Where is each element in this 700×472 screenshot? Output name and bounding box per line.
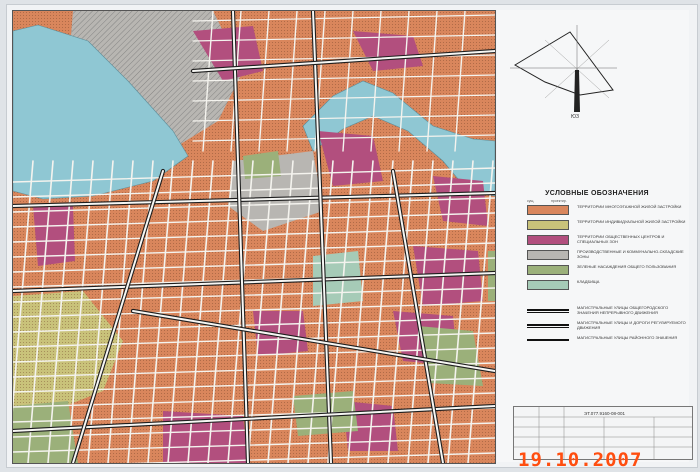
legend-road-label: МАГИСТРАЛЬНЫЕ УЛИЦЫ РАЙОННОГО ЗНАЧЕНИЯ: [577, 335, 678, 340]
legend-column-headers: сущ. проектир.: [527, 199, 687, 203]
legend-item: ТЕРРИТОРИИ ИНДИВИДУАЛЬНОЙ ЖИЛОЙ ЗАСТРОЙК…: [527, 219, 687, 232]
legend-item: ПРОИЗВОДСТВЕННЫЕ И КОММУНАЛЬНО-СКЛАДСКИЕ…: [527, 249, 687, 262]
legend-road-swatch: [527, 336, 569, 346]
legend-swatch: [527, 235, 569, 245]
legend-road-swatch: [527, 306, 569, 316]
legend-swatch: [527, 280, 569, 290]
legend-road-items: МАГИСТРАЛЬНЫЕ УЛИЦЫ ОБЩЕГОРОДСКОГО ЗНАЧЕ…: [527, 305, 687, 348]
legend-item-label: ТЕРРИТОРИИ МНОГОЭТАЖНОЙ ЖИЛОЙ ЗАСТРОЙКИ: [577, 204, 682, 209]
camera-date-stamp: 19.10.2007: [518, 449, 643, 471]
city-map-canvas: [13, 11, 495, 463]
legend-swatch: [527, 250, 569, 260]
legend-road-item: МАГИСТРАЛЬНЫЕ УЛИЦЫ РАЙОННОГО ЗНАЧЕНИЯ: [527, 335, 687, 348]
legend-swatch: [527, 220, 569, 230]
legend-road-swatch: [527, 321, 569, 331]
north-arrow-label: ЮЗ: [571, 114, 579, 120]
legend-item: КЛАДБИЩА: [527, 279, 687, 292]
legend-swatch: [527, 205, 569, 215]
legend-road-label: МАГИСТРАЛЬНЫЕ УЛИЦЫ И ДОРОГИ РЕГУЛИРУЕМО…: [577, 320, 686, 330]
legend-item-label: ПРОИЗВОДСТВЕННЫЕ И КОММУНАЛЬНО-СКЛАДСКИЕ…: [577, 249, 684, 259]
legend-item: ТЕРРИТОРИИ ОБЩЕСТВЕННЫХ ЦЕНТРОВ И СПЕЦИА…: [527, 234, 687, 247]
legend-title: УСЛОВНЫЕ ОБОЗНАЧЕНИЯ: [545, 190, 649, 197]
map-legend: УСЛОВНЫЕ ОБОЗНАЧЕНИЯ сущ. проектир. ТЕРР…: [527, 190, 687, 351]
legend-item-label: КЛАДБИЩА: [577, 279, 600, 284]
legend-item: ТЕРРИТОРИИ МНОГОЭТАЖНОЙ ЖИЛОЙ ЗАСТРОЙКИ: [527, 204, 687, 217]
title-block-code: ЭТ.077.9160-08-001: [584, 411, 626, 416]
legend-items: ТЕРРИТОРИИ МНОГОЭТАЖНОЙ ЖИЛОЙ ЗАСТРОЙКИ Т…: [527, 204, 687, 292]
legend-item-label: ТЕРРИТОРИИ ИНДИВИДУАЛЬНОЙ ЖИЛОЙ ЗАСТРОЙК…: [577, 219, 686, 224]
north-arrow-pointer: [574, 70, 580, 112]
city-map[interactable]: [12, 10, 496, 464]
legend-road-item: МАГИСТРАЛЬНЫЕ УЛИЦЫ И ДОРОГИ РЕГУЛИРУЕМО…: [527, 320, 687, 333]
legend-col-existing: сущ.: [527, 199, 535, 203]
legend-road-label: МАГИСТРАЛЬНЫЕ УЛИЦЫ ОБЩЕГОРОДСКОГО ЗНАЧЕ…: [577, 305, 669, 315]
legend-col-planned: проектир.: [551, 199, 567, 203]
wind-rose-shape: [514, 31, 614, 96]
legend-swatch: [527, 265, 569, 275]
legend-item-label: ЗЕЛЕНЫЕ НАСАЖДЕНИЯ ОБЩЕГО ПОЛЬЗОВАНИЯ: [577, 264, 677, 269]
legend-road-item: МАГИСТРАЛЬНЫЕ УЛИЦЫ ОБЩЕГОРОДСКОГО ЗНАЧЕ…: [527, 305, 687, 318]
legend-item: ЗЕЛЕНЫЕ НАСАЖДЕНИЯ ОБЩЕГО ПОЛЬЗОВАНИЯ: [527, 264, 687, 277]
north-arrow-rose: ЮЗ: [510, 25, 617, 120]
legend-item-label: ТЕРРИТОРИИ ОБЩЕСТВЕННЫХ ЦЕНТРОВ И СПЕЦИА…: [577, 234, 665, 244]
